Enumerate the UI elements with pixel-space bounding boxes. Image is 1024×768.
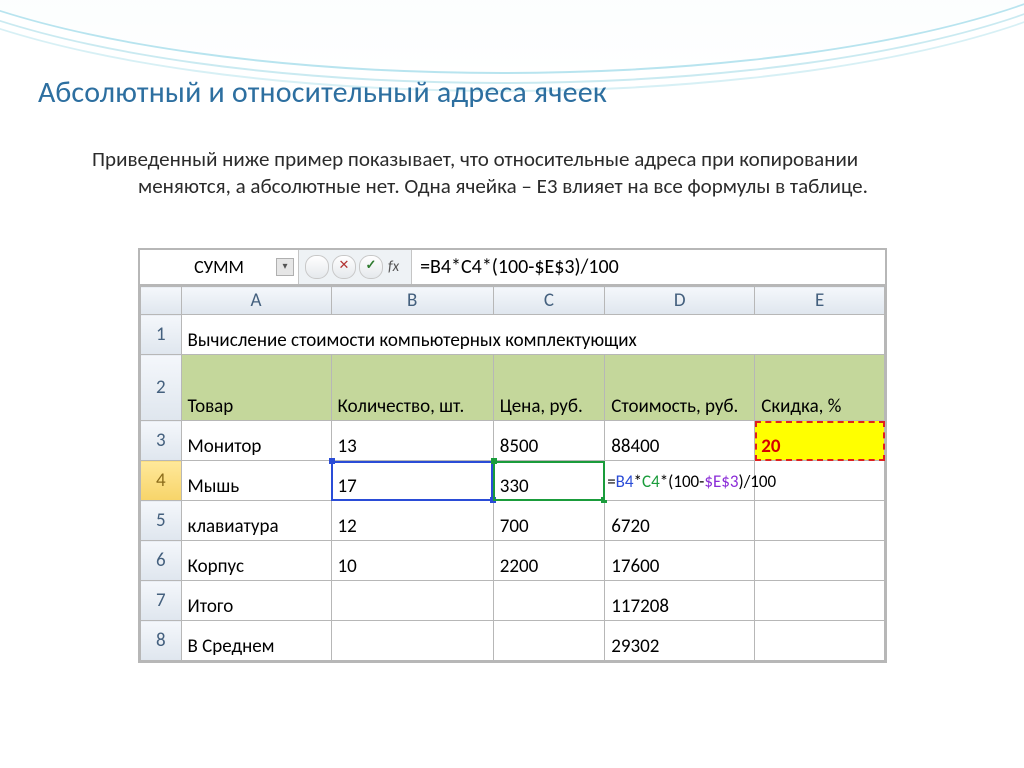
formula-text: *(100- — [660, 471, 705, 492]
col-header-D[interactable]: D — [605, 287, 755, 315]
formula-input[interactable]: =B4*C4*(100-$E$3)/100 — [412, 250, 885, 284]
formula-bar-buttons: ✕ ✓ fx — [299, 250, 412, 284]
row-7: 7 Итого 117208 — [141, 581, 885, 621]
cell-B6[interactable]: 10 — [331, 541, 493, 581]
col-header-B[interactable]: B — [331, 287, 493, 315]
col-header-A[interactable]: A — [181, 287, 331, 315]
row-header-3[interactable]: 3 — [141, 421, 182, 461]
cell-A3[interactable]: Монитор — [181, 421, 331, 461]
col-header-C[interactable]: C — [493, 287, 604, 315]
cell-E8[interactable] — [755, 621, 885, 661]
row-8: 8 В Среднем 29302 — [141, 621, 885, 661]
cell-D7[interactable]: 117208 — [605, 581, 755, 621]
row-3: 3 Монитор 13 8500 88400 20 — [141, 421, 885, 461]
cell-D4-formula: =B4*C4*(100-$E$3)/100 — [607, 471, 776, 492]
cell-A6[interactable]: Корпус — [181, 541, 331, 581]
cell-E7[interactable] — [755, 581, 885, 621]
cell-A1-merged[interactable]: Вычисление стоимости компьютерных компле… — [181, 315, 884, 355]
row-header-7[interactable]: 7 — [141, 581, 182, 621]
cell-C4[interactable]: 330 — [493, 461, 604, 501]
cell-B3[interactable]: 13 — [331, 421, 493, 461]
cell-A4[interactable]: Мышь — [181, 461, 331, 501]
select-all-corner[interactable] — [141, 287, 182, 315]
cell-C7[interactable] — [493, 581, 604, 621]
row-header-6[interactable]: 6 — [141, 541, 182, 581]
formula-text: )/100 — [739, 471, 777, 492]
formula-op: * — [634, 471, 642, 492]
cell-D4[interactable]: =B4*C4*(100-$E$3)/100 — [605, 461, 755, 501]
confirm-button[interactable]: ✓ — [359, 255, 383, 279]
cell-D6[interactable]: 17600 — [605, 541, 755, 581]
row-2: 2 Товар Количество, шт. Цена, руб. Стоим… — [141, 355, 885, 421]
fx-icon[interactable]: fx — [386, 258, 405, 276]
expand-button[interactable] — [305, 255, 329, 279]
row-header-5[interactable]: 5 — [141, 501, 182, 541]
cell-C3[interactable]: 8500 — [493, 421, 604, 461]
row-1: 1 Вычисление стоимости компьютерных комп… — [141, 315, 885, 355]
row-6: 6 Корпус 10 2200 17600 — [141, 541, 885, 581]
cell-C5[interactable]: 700 — [493, 501, 604, 541]
row-header-8[interactable]: 8 — [141, 621, 182, 661]
slide-body-text: Приведенный ниже пример показывает, что … — [92, 146, 932, 200]
cell-D2[interactable]: Стоимость, руб. — [605, 355, 755, 421]
cell-B8[interactable] — [331, 621, 493, 661]
column-header-row: A B C D E — [141, 287, 885, 315]
cell-C2[interactable]: Цена, руб. — [493, 355, 604, 421]
cell-D8[interactable]: 29302 — [605, 621, 755, 661]
name-box-dropdown-icon[interactable]: ▾ — [276, 258, 294, 276]
cell-E2[interactable]: Скидка, % — [755, 355, 885, 421]
cell-B5[interactable]: 12 — [331, 501, 493, 541]
cell-A7[interactable]: Итого — [181, 581, 331, 621]
cell-D5[interactable]: 6720 — [605, 501, 755, 541]
formula-ref-b4: B4 — [616, 471, 634, 492]
formula-eq: = — [607, 471, 615, 492]
slide: Абсолютный и относительный адреса ячеек … — [0, 0, 1024, 768]
cell-B7[interactable] — [331, 581, 493, 621]
cell-A5[interactable]: клавиатура — [181, 501, 331, 541]
row-4: 4 Мышь 17 330 =B4*C4*(100-$E$3)/100 — [141, 461, 885, 501]
grid: A B C D E 1 Вычисление стоимости компьют… — [140, 286, 885, 661]
row-header-2[interactable]: 2 — [141, 355, 182, 421]
cell-E6[interactable] — [755, 541, 885, 581]
cancel-button[interactable]: ✕ — [332, 255, 356, 279]
cell-E3[interactable]: 20 — [755, 421, 885, 461]
cell-C8[interactable] — [493, 621, 604, 661]
name-box[interactable]: СУММ ▾ — [140, 250, 299, 284]
row-header-4[interactable]: 4 — [141, 461, 182, 501]
cell-D3[interactable]: 88400 — [605, 421, 755, 461]
cell-E5[interactable] — [755, 501, 885, 541]
row-header-1[interactable]: 1 — [141, 315, 182, 355]
formula-ref-e3: $E$3 — [704, 471, 738, 492]
row-5: 5 клавиатура 12 700 6720 — [141, 501, 885, 541]
col-header-E[interactable]: E — [755, 287, 885, 315]
formula-bar: СУММ ▾ ✕ ✓ fx =B4*C4*(100-$E$3)/100 — [140, 250, 885, 286]
cell-B4[interactable]: 17 — [331, 461, 493, 501]
slide-paragraph: Приведенный ниже пример показывает, что … — [92, 146, 932, 200]
cell-B2[interactable]: Количество, шт. — [331, 355, 493, 421]
formula-ref-c4: C4 — [642, 471, 660, 492]
name-box-value: СУММ — [194, 256, 244, 278]
cell-A2[interactable]: Товар — [181, 355, 331, 421]
cell-C6[interactable]: 2200 — [493, 541, 604, 581]
slide-title: Абсолютный и относительный адреса ячеек — [38, 74, 607, 111]
spreadsheet: СУММ ▾ ✕ ✓ fx =B4*C4*(100-$E$3)/100 A B … — [138, 248, 887, 663]
cell-A8[interactable]: В Среднем — [181, 621, 331, 661]
